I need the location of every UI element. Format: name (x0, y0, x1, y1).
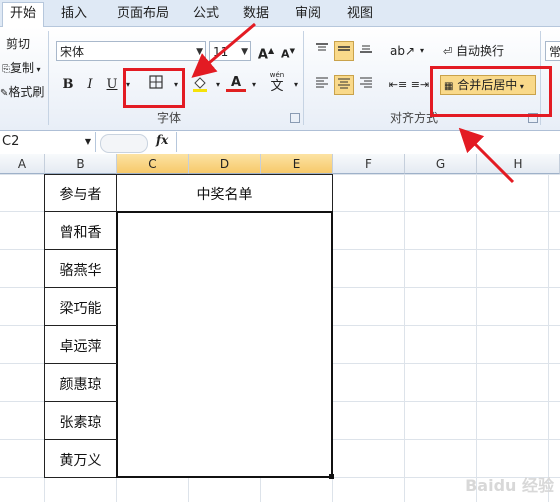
arrow-to-borders (191, 22, 256, 78)
annotation-arrows (191, 22, 515, 184)
arrow-to-merge-center (458, 127, 515, 184)
